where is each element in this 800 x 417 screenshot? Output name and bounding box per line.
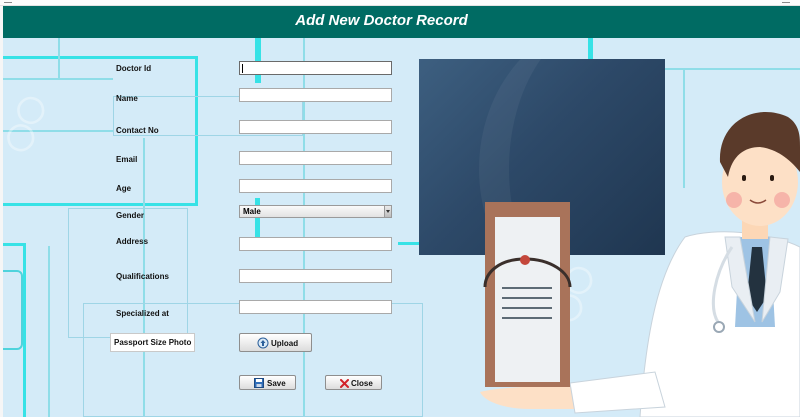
- address-label: Address: [116, 237, 149, 246]
- decor-line: [3, 78, 113, 80]
- doctor-id-label: Doctor Id: [116, 64, 152, 73]
- gender-select[interactable]: Male: [239, 205, 392, 218]
- watermark-graphic: ◯◯: [3, 90, 48, 156]
- doctor-id-input[interactable]: [239, 61, 392, 75]
- contact-no-label: Contact No: [116, 126, 159, 135]
- decor-box: [83, 303, 423, 417]
- age-input[interactable]: [239, 179, 392, 193]
- gender-selected-value: Male: [243, 207, 261, 216]
- close-button-label: Close: [351, 379, 373, 388]
- app-window: Add New Doctor Record ◯◯ ◯◯ Doctor Id Na…: [0, 0, 800, 417]
- close-icon: [340, 379, 349, 388]
- address-input[interactable]: [239, 237, 392, 251]
- decor-line: [3, 243, 26, 246]
- name-label: Name: [116, 94, 138, 103]
- specialized-at-input[interactable]: [239, 300, 392, 314]
- qualifications-label: Qualifications: [116, 272, 169, 281]
- age-label: Age: [116, 184, 132, 193]
- decor-line: [3, 56, 198, 59]
- minimize-icon[interactable]: [4, 0, 12, 3]
- upload-icon: [257, 337, 269, 349]
- close-button[interactable]: Close: [325, 375, 382, 390]
- upload-button[interactable]: Upload: [239, 333, 312, 352]
- decor-line: [23, 243, 26, 417]
- chevron-down-icon[interactable]: [384, 206, 391, 217]
- gender-label: Gender: [116, 211, 145, 220]
- upload-button-label: Upload: [271, 339, 299, 348]
- decor-line: [58, 38, 60, 78]
- minimize-icon[interactable]: [782, 0, 790, 3]
- save-button-label: Save: [267, 379, 286, 388]
- save-button[interactable]: Save: [239, 375, 296, 390]
- qualifications-input[interactable]: [239, 269, 392, 283]
- decor-line: [48, 246, 50, 417]
- specialized-at-label: Specialized at: [116, 309, 169, 318]
- decor-box: [3, 270, 23, 350]
- contact-no-input[interactable]: [239, 120, 392, 134]
- passport-photo-label: Passport Size Photo: [110, 333, 195, 352]
- email-input[interactable]: [239, 151, 392, 165]
- name-input[interactable]: [239, 88, 392, 102]
- doctor-illustration: [480, 112, 800, 417]
- text-caret: [242, 64, 243, 73]
- page-title: Add New Doctor Record: [295, 12, 468, 29]
- decor-line: [3, 203, 198, 206]
- title-bar: Add New Doctor Record: [3, 6, 800, 38]
- save-icon: [254, 378, 264, 388]
- email-label: Email: [116, 155, 138, 164]
- decor-line: [255, 198, 260, 238]
